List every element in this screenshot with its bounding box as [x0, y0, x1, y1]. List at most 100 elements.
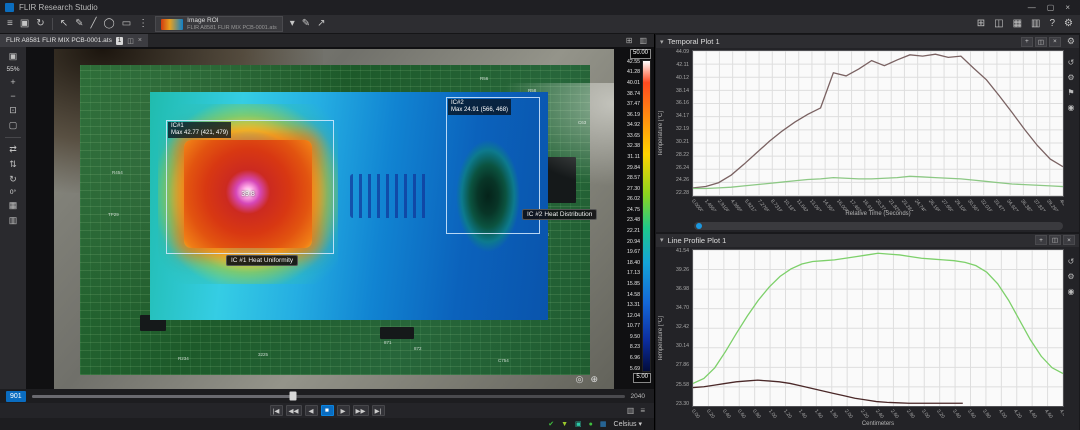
- temporal-plot-area[interactable]: [692, 50, 1064, 197]
- plot-flag-icon[interactable]: ⚑: [1067, 88, 1074, 97]
- tabbar-film-icon[interactable]: ▥: [639, 36, 647, 45]
- thumbnail-view-icon[interactable]: ▥: [9, 215, 18, 226]
- roi2-tag[interactable]: IC #2 Heat Distribution: [522, 209, 597, 220]
- tab-split-icon[interactable]: ◫: [127, 37, 134, 45]
- rectangle-tool-icon[interactable]: ▭: [122, 19, 131, 29]
- close-button[interactable]: ×: [1065, 3, 1070, 12]
- silkscreen-label: 872: [414, 347, 422, 352]
- menu-icon[interactable]: ≡: [7, 19, 13, 29]
- jump-end-button[interactable]: ▶|: [372, 405, 385, 416]
- temporal-plot-scrollbar[interactable]: [694, 222, 1063, 230]
- units-selector[interactable]: Celsius ▾: [614, 420, 642, 428]
- tick-label: 14.58: [627, 293, 640, 298]
- plot-caret-icon[interactable]: ▾: [660, 236, 664, 244]
- document-tabbar: FLIR A8581 FLIR MIX PCB-0001.ats 1 ◫ × ⊞…: [0, 34, 654, 47]
- plot-popout-button[interactable]: ◫: [1049, 235, 1061, 245]
- help-icon[interactable]: ?: [1049, 19, 1055, 29]
- plot-snapshot-icon[interactable]: ◉: [1068, 287, 1075, 296]
- flip-horizontal-icon[interactable]: ⇄: [9, 144, 17, 155]
- line-tool-icon[interactable]: ╱: [90, 19, 96, 29]
- calibration-check-icon[interactable]: ✔: [548, 421, 554, 428]
- fast-backward-button[interactable]: ◀◀: [286, 405, 302, 416]
- plot-add-button[interactable]: +: [1021, 37, 1033, 47]
- grid-status-icon[interactable]: ▦: [600, 421, 607, 428]
- play-button[interactable]: ▶: [337, 405, 350, 416]
- flip-vertical-icon[interactable]: ⇅: [9, 159, 17, 170]
- settings-gear-icon[interactable]: ⚙: [1064, 19, 1073, 29]
- tick-label: 41.54: [676, 249, 689, 254]
- plot-close-button[interactable]: ×: [1063, 235, 1075, 245]
- tick-label: 2.20: [853, 409, 862, 416]
- silkscreen-label: R234: [178, 357, 189, 362]
- save-icon[interactable]: ▣: [20, 19, 29, 29]
- window-title: FLIR Research Studio: [19, 3, 98, 12]
- timeline-handle[interactable]: [289, 392, 296, 401]
- tick-label: 37.47: [627, 102, 640, 107]
- sync-icon[interactable]: ↻: [36, 19, 44, 29]
- tick-label: 15.85: [627, 282, 640, 287]
- profile-x-ticks: 0.000.200.400.600.801.001.201.401.601.80…: [692, 407, 1064, 421]
- filmstrip-icon[interactable]: ▥: [627, 406, 635, 415]
- step-backward-button[interactable]: ◀: [305, 405, 318, 416]
- fast-forward-button[interactable]: ▶▶: [353, 405, 369, 416]
- pointer-tool-icon[interactable]: ↖: [60, 19, 68, 29]
- plot-close-button[interactable]: ×: [1049, 37, 1061, 47]
- tabbar-grid-icon[interactable]: ⊞: [626, 36, 633, 45]
- image-roi-selector[interactable]: Image ROI FLIR A8581 FLIR MIX PCB-0001.a…: [155, 16, 283, 32]
- roi2-stat: Max 24.91 (566, 468): [451, 107, 508, 114]
- scrollbar-handle[interactable]: [696, 223, 702, 229]
- more-tools-icon[interactable]: ⋮: [138, 19, 148, 29]
- share-icon[interactable]: ↗: [317, 19, 325, 29]
- plot-popout-button[interactable]: ◫: [1035, 37, 1047, 47]
- tick-label: 0.80: [746, 409, 755, 416]
- plot-caret-icon[interactable]: ▾: [660, 38, 664, 46]
- minimize-button[interactable]: —: [1028, 3, 1036, 12]
- tick-label: 25.58: [676, 383, 689, 388]
- timeline-slider[interactable]: [32, 395, 625, 398]
- colorbar-min[interactable]: 5.00: [633, 373, 651, 383]
- palette-icon[interactable]: ▦: [1013, 19, 1022, 29]
- roi1-tag[interactable]: IC #1 Heat Uniformity: [226, 255, 298, 266]
- filter-icon[interactable]: ▼: [561, 421, 568, 428]
- pencil-tool-icon[interactable]: ✎: [75, 19, 83, 29]
- plot-tools-icon[interactable]: ⚙: [1067, 73, 1074, 82]
- plot-tools-icon[interactable]: ⚙: [1067, 272, 1074, 281]
- zoom-out-icon[interactable]: −: [10, 91, 15, 101]
- tick-label: 28.22: [676, 153, 689, 158]
- target-icon[interactable]: ◎: [576, 374, 584, 385]
- layout-grid-icon[interactable]: ⊞: [977, 19, 985, 29]
- tick-label: 29.84: [627, 166, 640, 171]
- document-tab[interactable]: FLIR A8581 FLIR MIX PCB-0001.ats 1 ◫ ×: [0, 34, 148, 47]
- palette-box-icon[interactable]: ▣: [575, 421, 582, 428]
- main-toolbar: ≡ ▣ ↻ ↖ ✎ ╱ ◯ ▭ ⋮ Image ROI FLIR A8581 F…: [0, 15, 1080, 34]
- rotate-icon[interactable]: ↻: [9, 174, 17, 185]
- jump-start-button[interactable]: |◀: [270, 405, 283, 416]
- colorbar-max[interactable]: 50.00: [630, 49, 651, 59]
- tab-close-icon[interactable]: ×: [138, 37, 142, 44]
- zoom-in-icon[interactable]: +: [10, 77, 15, 87]
- plot-settings-gear-icon[interactable]: ⚙: [1067, 36, 1075, 47]
- plot-add-button[interactable]: +: [1035, 235, 1047, 245]
- layout-split-icon[interactable]: ◫: [994, 19, 1003, 29]
- plot-reset-icon[interactable]: ↺: [1068, 257, 1075, 266]
- ellipse-tool-icon[interactable]: ◯: [104, 19, 115, 29]
- stop-button[interactable]: ■: [321, 405, 334, 416]
- fit-window-icon[interactable]: ⊡: [9, 105, 17, 116]
- roi-box-ic1[interactable]: IC#1 Max 42.77 (421, 479): [166, 120, 334, 254]
- grid-view-icon[interactable]: ▦: [9, 200, 18, 211]
- maximize-button[interactable]: ▢: [1047, 3, 1055, 12]
- list-icon[interactable]: ≡: [640, 406, 645, 415]
- roi-dropdown-caret-icon[interactable]: ▾: [290, 19, 295, 29]
- move-icon[interactable]: ⊕: [590, 374, 598, 385]
- roi-tool-icon[interactable]: ▣: [9, 51, 18, 62]
- display-icon[interactable]: ▥: [1031, 19, 1040, 29]
- expand-icon[interactable]: ▢: [9, 120, 18, 131]
- tick-label: 28.57: [627, 176, 640, 181]
- tick-label: 1.00: [761, 409, 770, 416]
- profile-plot-area[interactable]: [692, 249, 1064, 408]
- zoom-level[interactable]: 55%: [6, 66, 19, 73]
- plot-reset-icon[interactable]: ↺: [1068, 58, 1075, 67]
- plot-snapshot-icon[interactable]: ◉: [1068, 103, 1075, 112]
- image-canvas[interactable]: R56R58C63TP29C104C103R454R234C7543225871…: [26, 47, 654, 389]
- edit-roi-icon[interactable]: ✎: [302, 19, 310, 29]
